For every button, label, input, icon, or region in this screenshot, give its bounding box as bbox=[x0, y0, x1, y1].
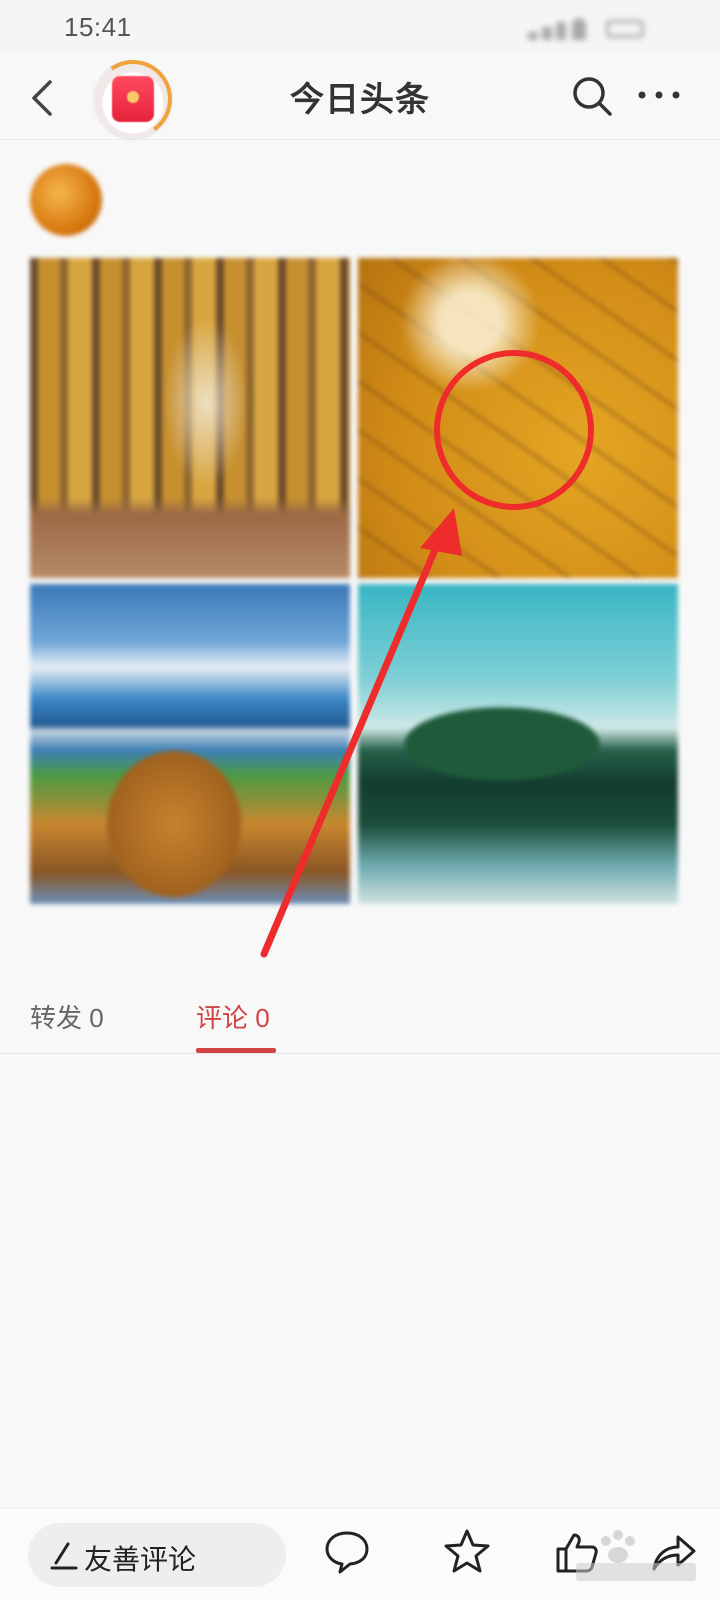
photo-coastal-cliff[interactable] bbox=[30, 584, 350, 904]
pen-icon bbox=[50, 1542, 78, 1570]
tab-forward[interactable]: 转发 0 bbox=[30, 998, 104, 1035]
star-icon[interactable] bbox=[442, 1527, 492, 1577]
top-nav-bar: 今日头条 bbox=[0, 53, 720, 145]
more-icon[interactable] bbox=[636, 80, 682, 110]
tab-comments[interactable]: 评论 0 bbox=[196, 998, 270, 1035]
search-icon[interactable] bbox=[570, 74, 614, 118]
photo-autumn-avenue[interactable] bbox=[30, 258, 350, 578]
photo-lake-hills[interactable] bbox=[358, 584, 678, 904]
comments-area bbox=[0, 1055, 720, 1505]
comment-input[interactable]: 友善评论 bbox=[28, 1523, 286, 1587]
comment-placeholder: 友善评论 bbox=[84, 1544, 197, 1575]
photo-grid bbox=[30, 258, 678, 904]
annotation-circle bbox=[434, 350, 594, 510]
post-author[interactable] bbox=[30, 164, 690, 244]
interaction-tabs: 转发 0 评论 0 bbox=[0, 990, 720, 1054]
comment-icon[interactable] bbox=[322, 1527, 372, 1577]
active-tab-indicator bbox=[196, 1048, 276, 1053]
status-time: 15:41 bbox=[64, 12, 132, 42]
bottom-action-bar: 友善评论 bbox=[0, 1508, 720, 1600]
watermark-logo bbox=[576, 1530, 696, 1581]
avatar[interactable] bbox=[30, 164, 102, 236]
status-bar: 15:41 bbox=[0, 0, 720, 54]
system-icons bbox=[528, 18, 644, 40]
